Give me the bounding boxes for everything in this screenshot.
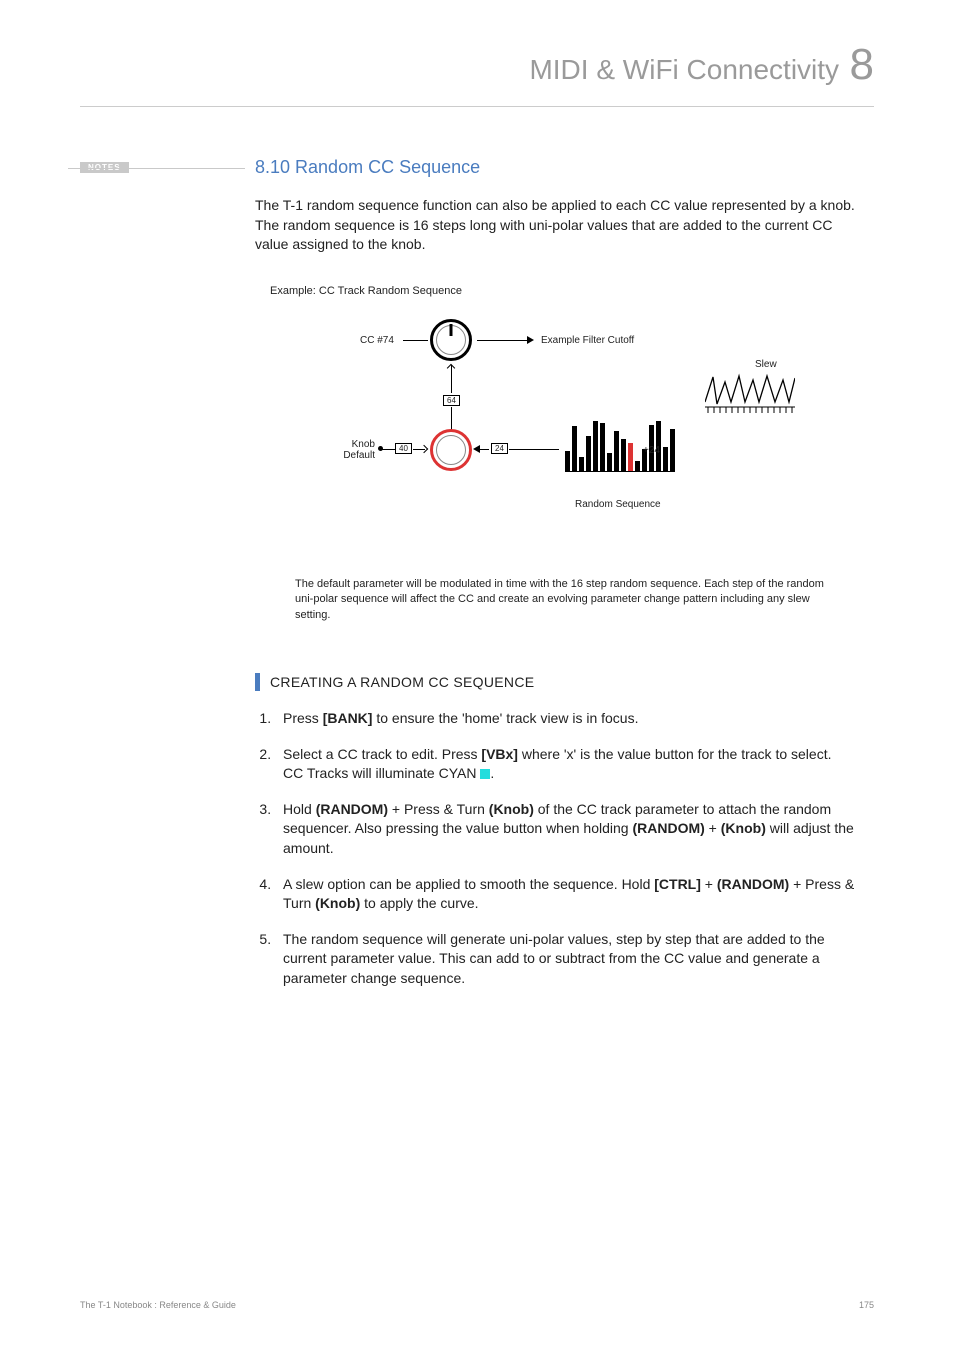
main-content: 8.10 Random CC Sequence The T-1 random s… bbox=[255, 157, 855, 1004]
random-sequence-label: Random Sequence bbox=[575, 499, 661, 510]
cc-label: CC #74 bbox=[360, 335, 394, 346]
slew-ticks-icon bbox=[705, 407, 795, 415]
slew-waveform-icon bbox=[705, 372, 795, 412]
section-heading-text: 8.10 Random CC Sequence bbox=[255, 157, 480, 177]
chapter-title: MIDI & WiFi Connectivity bbox=[529, 54, 839, 86]
explanation-text: The default parameter will be modulated … bbox=[295, 577, 835, 623]
steps-list: Press [BANK] to ensure the 'home' track … bbox=[255, 709, 855, 989]
page-number: 175 bbox=[859, 1300, 874, 1310]
section-heading: 8.10 Random CC Sequence bbox=[255, 157, 855, 178]
page-header: MIDI & WiFi Connectivity 8 bbox=[0, 0, 954, 100]
blue-bar-icon bbox=[255, 673, 260, 691]
page-body: NOTES 8.10 Random CC Sequence The T-1 ra… bbox=[0, 107, 954, 1004]
knob-default-label: Knob Default bbox=[315, 439, 375, 461]
sub-heading-text: CREATING A RANDOM CC SEQUENCE bbox=[270, 674, 534, 690]
step-5: The random sequence will generate uni-po… bbox=[275, 930, 855, 989]
page-footer: The T-1 Notebook : Reference & Guide 175 bbox=[80, 1300, 874, 1310]
intro-paragraph: The T-1 random sequence function can als… bbox=[255, 196, 855, 255]
step-2: Select a CC track to edit. Press [VBx] w… bbox=[275, 745, 855, 784]
slew-label: Slew bbox=[755, 359, 777, 370]
chapter-number: 8 bbox=[850, 40, 874, 90]
step-3: Hold (RANDOM) + Press & Turn (Knob) of t… bbox=[275, 800, 855, 859]
value-24-box: 24 bbox=[491, 443, 508, 454]
value-40-box: 40 bbox=[395, 443, 412, 454]
step-1: Press [BANK] to ensure the 'home' track … bbox=[275, 709, 855, 729]
step-4: A slew option can be applied to smooth t… bbox=[275, 875, 855, 914]
footer-left: The T-1 Notebook : Reference & Guide bbox=[80, 1300, 236, 1310]
knob-param-icon bbox=[430, 429, 472, 471]
sub-heading: CREATING A RANDOM CC SEQUENCE bbox=[255, 673, 855, 691]
example-dest: Example Filter Cutoff bbox=[541, 335, 634, 346]
example-label: Example: CC Track Random Sequence bbox=[270, 285, 855, 297]
value-64-box: 64 bbox=[443, 395, 460, 406]
knob-cc-icon bbox=[430, 319, 472, 361]
sidebar: NOTES bbox=[80, 157, 255, 1004]
cyan-square-icon bbox=[480, 769, 490, 779]
random-offset: +24 bbox=[643, 445, 660, 456]
diagram: CC #74 Example Filter Cutoff Slew bbox=[255, 317, 855, 547]
